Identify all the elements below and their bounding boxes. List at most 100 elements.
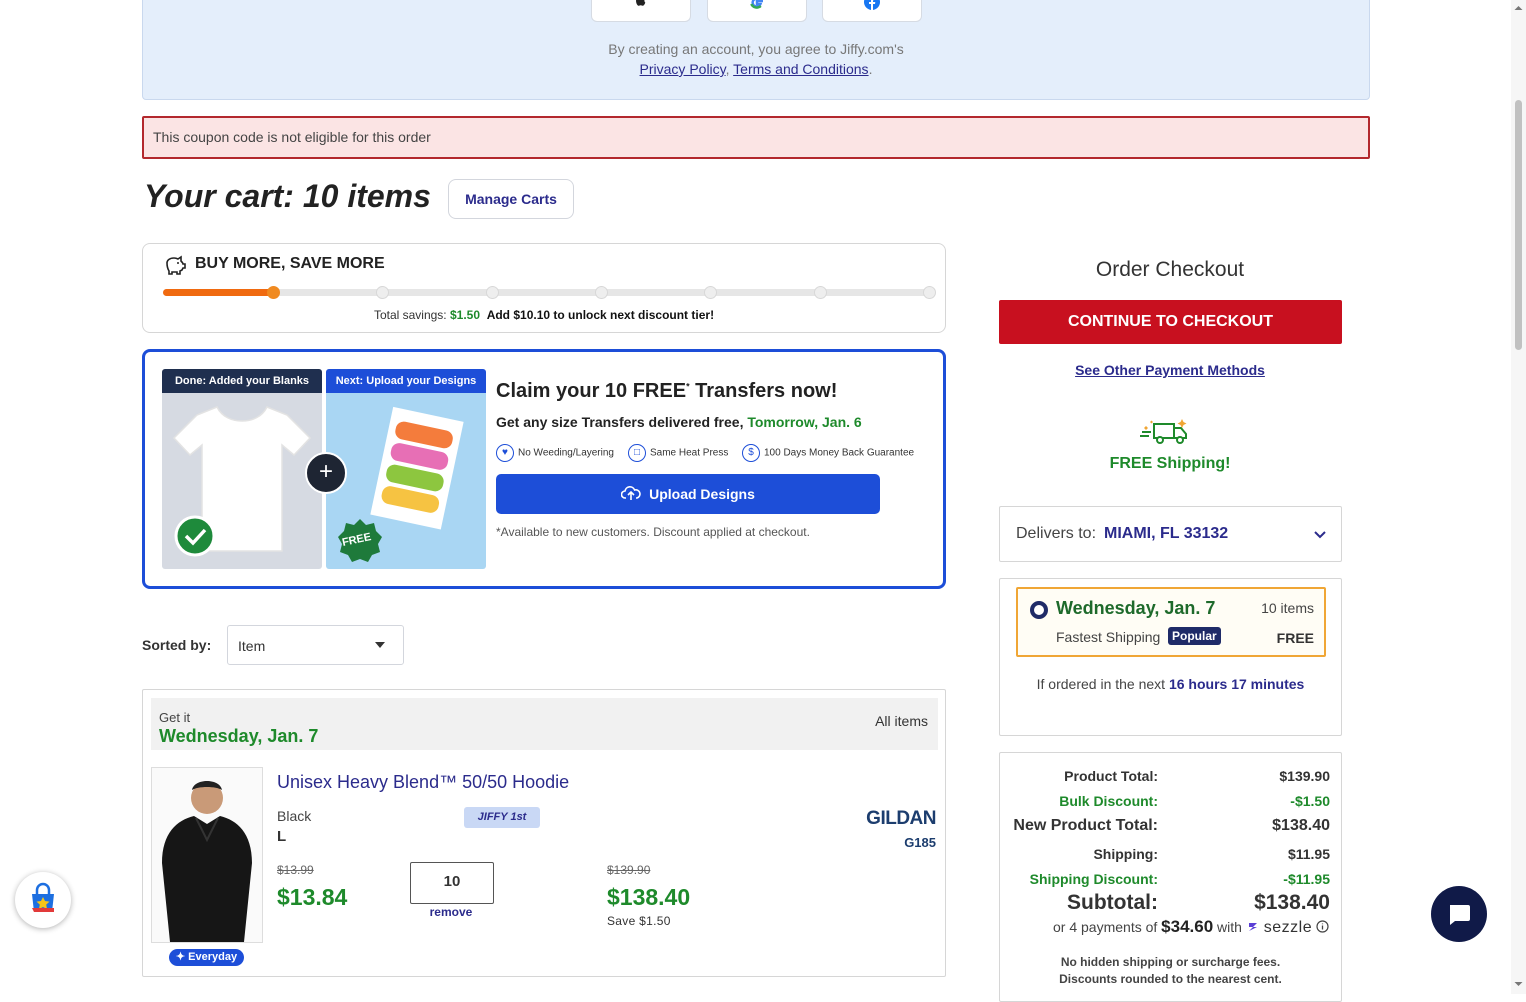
facebook-icon (864, 0, 880, 10)
scrollbar-thumb[interactable] (1515, 100, 1522, 350)
savings-tier-marker (485, 286, 499, 299)
summary-label: Shipping Discount: (1029, 871, 1158, 887)
everyday-badge-label: Everyday (188, 951, 238, 963)
sort-label: Sorted by: (142, 637, 212, 653)
google-signin-button[interactable] (707, 0, 807, 22)
quantity-input[interactable]: 10 (410, 862, 494, 904)
savings-tier-marker (813, 286, 827, 299)
order-summary: Product Total: $139.90 Bulk Discount: -$… (999, 752, 1342, 1002)
shopping-bag-widget-button[interactable] (15, 872, 71, 928)
page-scrollbar[interactable] (1511, 0, 1526, 994)
blank-tshirt-image (162, 393, 322, 569)
remove-item-link[interactable]: remove (410, 905, 492, 919)
delivery-location-dropdown[interactable]: Delivers to: MIAMI, FL 33132 (999, 506, 1342, 562)
sort-select[interactable]: Item (227, 625, 404, 665)
get-it-label: Get it (159, 710, 191, 725)
claim-subtitle-text: Get any size Transfers delivered free, (496, 414, 748, 430)
order-cutoff-notice: If ordered in the next 16 hours 17 minut… (1000, 676, 1341, 692)
savings-label: Total savings: (373, 308, 447, 322)
terms-separator: , (725, 61, 730, 77)
shipping-option-item-count: 10 items (1261, 600, 1314, 616)
shipping-options-panel: Wednesday, Jan. 7 10 items Fastest Shipp… (999, 578, 1342, 736)
perk-label: No Weeding/Layering (518, 447, 614, 459)
unlock-text: Add $10.10 to unlock next discount tier! (486, 308, 715, 322)
scroll-up-arrow-icon[interactable] (1511, 2, 1526, 14)
claim-subtitle: Get any size Transfers delivered free, T… (496, 414, 862, 430)
google-icon (750, 0, 763, 9)
perk-label: Same Heat Press (650, 447, 729, 459)
product-size: L (277, 828, 287, 845)
claim-title-main: Claim your 10 FREE (496, 380, 687, 402)
claim-title-rest: Transfers now! (689, 380, 838, 402)
savings-value: $1.50 (449, 308, 481, 322)
original-unit-price: $13.99 (277, 863, 314, 877)
apple-signin-button[interactable] (591, 0, 691, 22)
original-line-total: $139.90 (607, 863, 651, 877)
shipping-option-date: Wednesday, Jan. 7 (1056, 598, 1216, 618)
caret-down-icon (375, 642, 385, 648)
step-added-blanks-card: Done: Added your Blanks (162, 369, 322, 569)
step-upload-designs-card: Next: Upload your Designs FREE (326, 369, 486, 569)
cloud-upload-icon (620, 486, 641, 500)
continue-to-checkout-button[interactable]: CONTINUE TO CHECKOUT (999, 300, 1342, 344)
summary-label: Subtotal: (1067, 891, 1158, 914)
delivery-location: MIAMI, FL 33132 (1104, 525, 1229, 542)
chat-bubble-icon (1450, 905, 1470, 925)
claim-delivery-date: Tomorrow, Jan. 6 (747, 414, 862, 430)
summary-label: Shipping: (1093, 846, 1158, 862)
step2-label: Next: Upload your Designs (326, 369, 486, 393)
info-icon[interactable] (1316, 920, 1329, 933)
cutoff-time: 16 hours 17 minutes (1168, 676, 1305, 692)
upload-designs-button[interactable]: Upload Designs (496, 474, 880, 514)
chevron-down-icon (1314, 531, 1326, 539)
manage-carts-button[interactable]: Manage Carts (448, 179, 574, 219)
fees-disclaimer-line1: No hidden shipping or surcharge fees. (1060, 955, 1281, 969)
buy-more-title: BUY MORE, SAVE MORE (195, 255, 385, 272)
scroll-down-arrow-icon[interactable] (1511, 978, 1526, 990)
chat-button[interactable] (1431, 886, 1487, 942)
delivery-truck-icon (1140, 419, 1187, 444)
summary-value: $138.40 (1272, 817, 1330, 834)
buy-more-save-more-panel: BUY MORE, SAVE MORE Total savings: $1.50… (142, 243, 946, 333)
facebook-signin-button[interactable] (822, 0, 922, 22)
plus-icon: + (305, 452, 347, 494)
savings-progress-fill (163, 289, 275, 296)
other-payment-methods-link[interactable]: See Other Payment Methods (998, 362, 1342, 378)
sezzle-installments: or 4 payments of $34.60 with sezzle (1053, 917, 1329, 937)
summary-label: Product Total: (1064, 768, 1158, 784)
signup-panel: By creating an account, you agree to Jif… (142, 0, 1370, 100)
savings-tier-marker (704, 286, 718, 299)
sort-value: Item (238, 638, 266, 654)
shipping-option-radio[interactable] (1030, 601, 1048, 619)
savings-progress-bar (163, 286, 936, 299)
privacy-policy-link[interactable]: Privacy Policy (640, 61, 726, 77)
perk-label: 100 Days Money Back Guarantee (764, 447, 915, 459)
fees-disclaimer-line2: Discounts rounded to the nearest cent. (1059, 972, 1282, 986)
claim-transfers-panel: Done: Added your Blanks Next: Upload you… (142, 349, 946, 589)
group-delivery-date: Wednesday, Jan. 7 (159, 726, 319, 746)
summary-value: $11.95 (1287, 846, 1330, 862)
terms-conditions-link[interactable]: Terms and Conditions (733, 61, 868, 77)
summary-label: New Product Total: (1013, 817, 1158, 834)
product-image[interactable] (151, 767, 263, 943)
shipping-option-fastest[interactable]: Wednesday, Jan. 7 10 items Fastest Shipp… (1016, 587, 1326, 657)
claim-title: Claim your 10 FREE* Transfers now! (496, 380, 837, 403)
unit-price: $13.84 (277, 884, 348, 910)
fees-disclaimer: No hidden shipping or surcharge fees. Di… (1000, 954, 1341, 988)
shipping-option-cost: FREE (1276, 630, 1314, 646)
perk-same-heat-press: □ Same Heat Press (628, 444, 728, 463)
sezzle-with: with (1213, 919, 1246, 935)
summary-value: -$1.50 (1290, 793, 1330, 809)
perk-money-back: $100 Days Money Back Guarantee (742, 444, 914, 463)
product-color: Black (277, 808, 312, 824)
cart-item-group: Get it Wednesday, Jan. 7 All items ✦ Eve… (142, 689, 946, 977)
line-total: $138.40 (607, 884, 691, 910)
savings-tier-marker (923, 286, 936, 299)
delivers-to-label: Delivers to: (1016, 525, 1097, 542)
order-checkout-title: Order Checkout (1095, 258, 1245, 281)
savings-tier-marker (376, 286, 390, 299)
apple-icon (636, 0, 646, 6)
product-name-link[interactable]: Unisex Heavy Blend™ 50/50 Hoodie (277, 772, 569, 793)
hoodie-model-image (162, 781, 252, 942)
delivery-group-header: Get it Wednesday, Jan. 7 All items (151, 698, 938, 750)
